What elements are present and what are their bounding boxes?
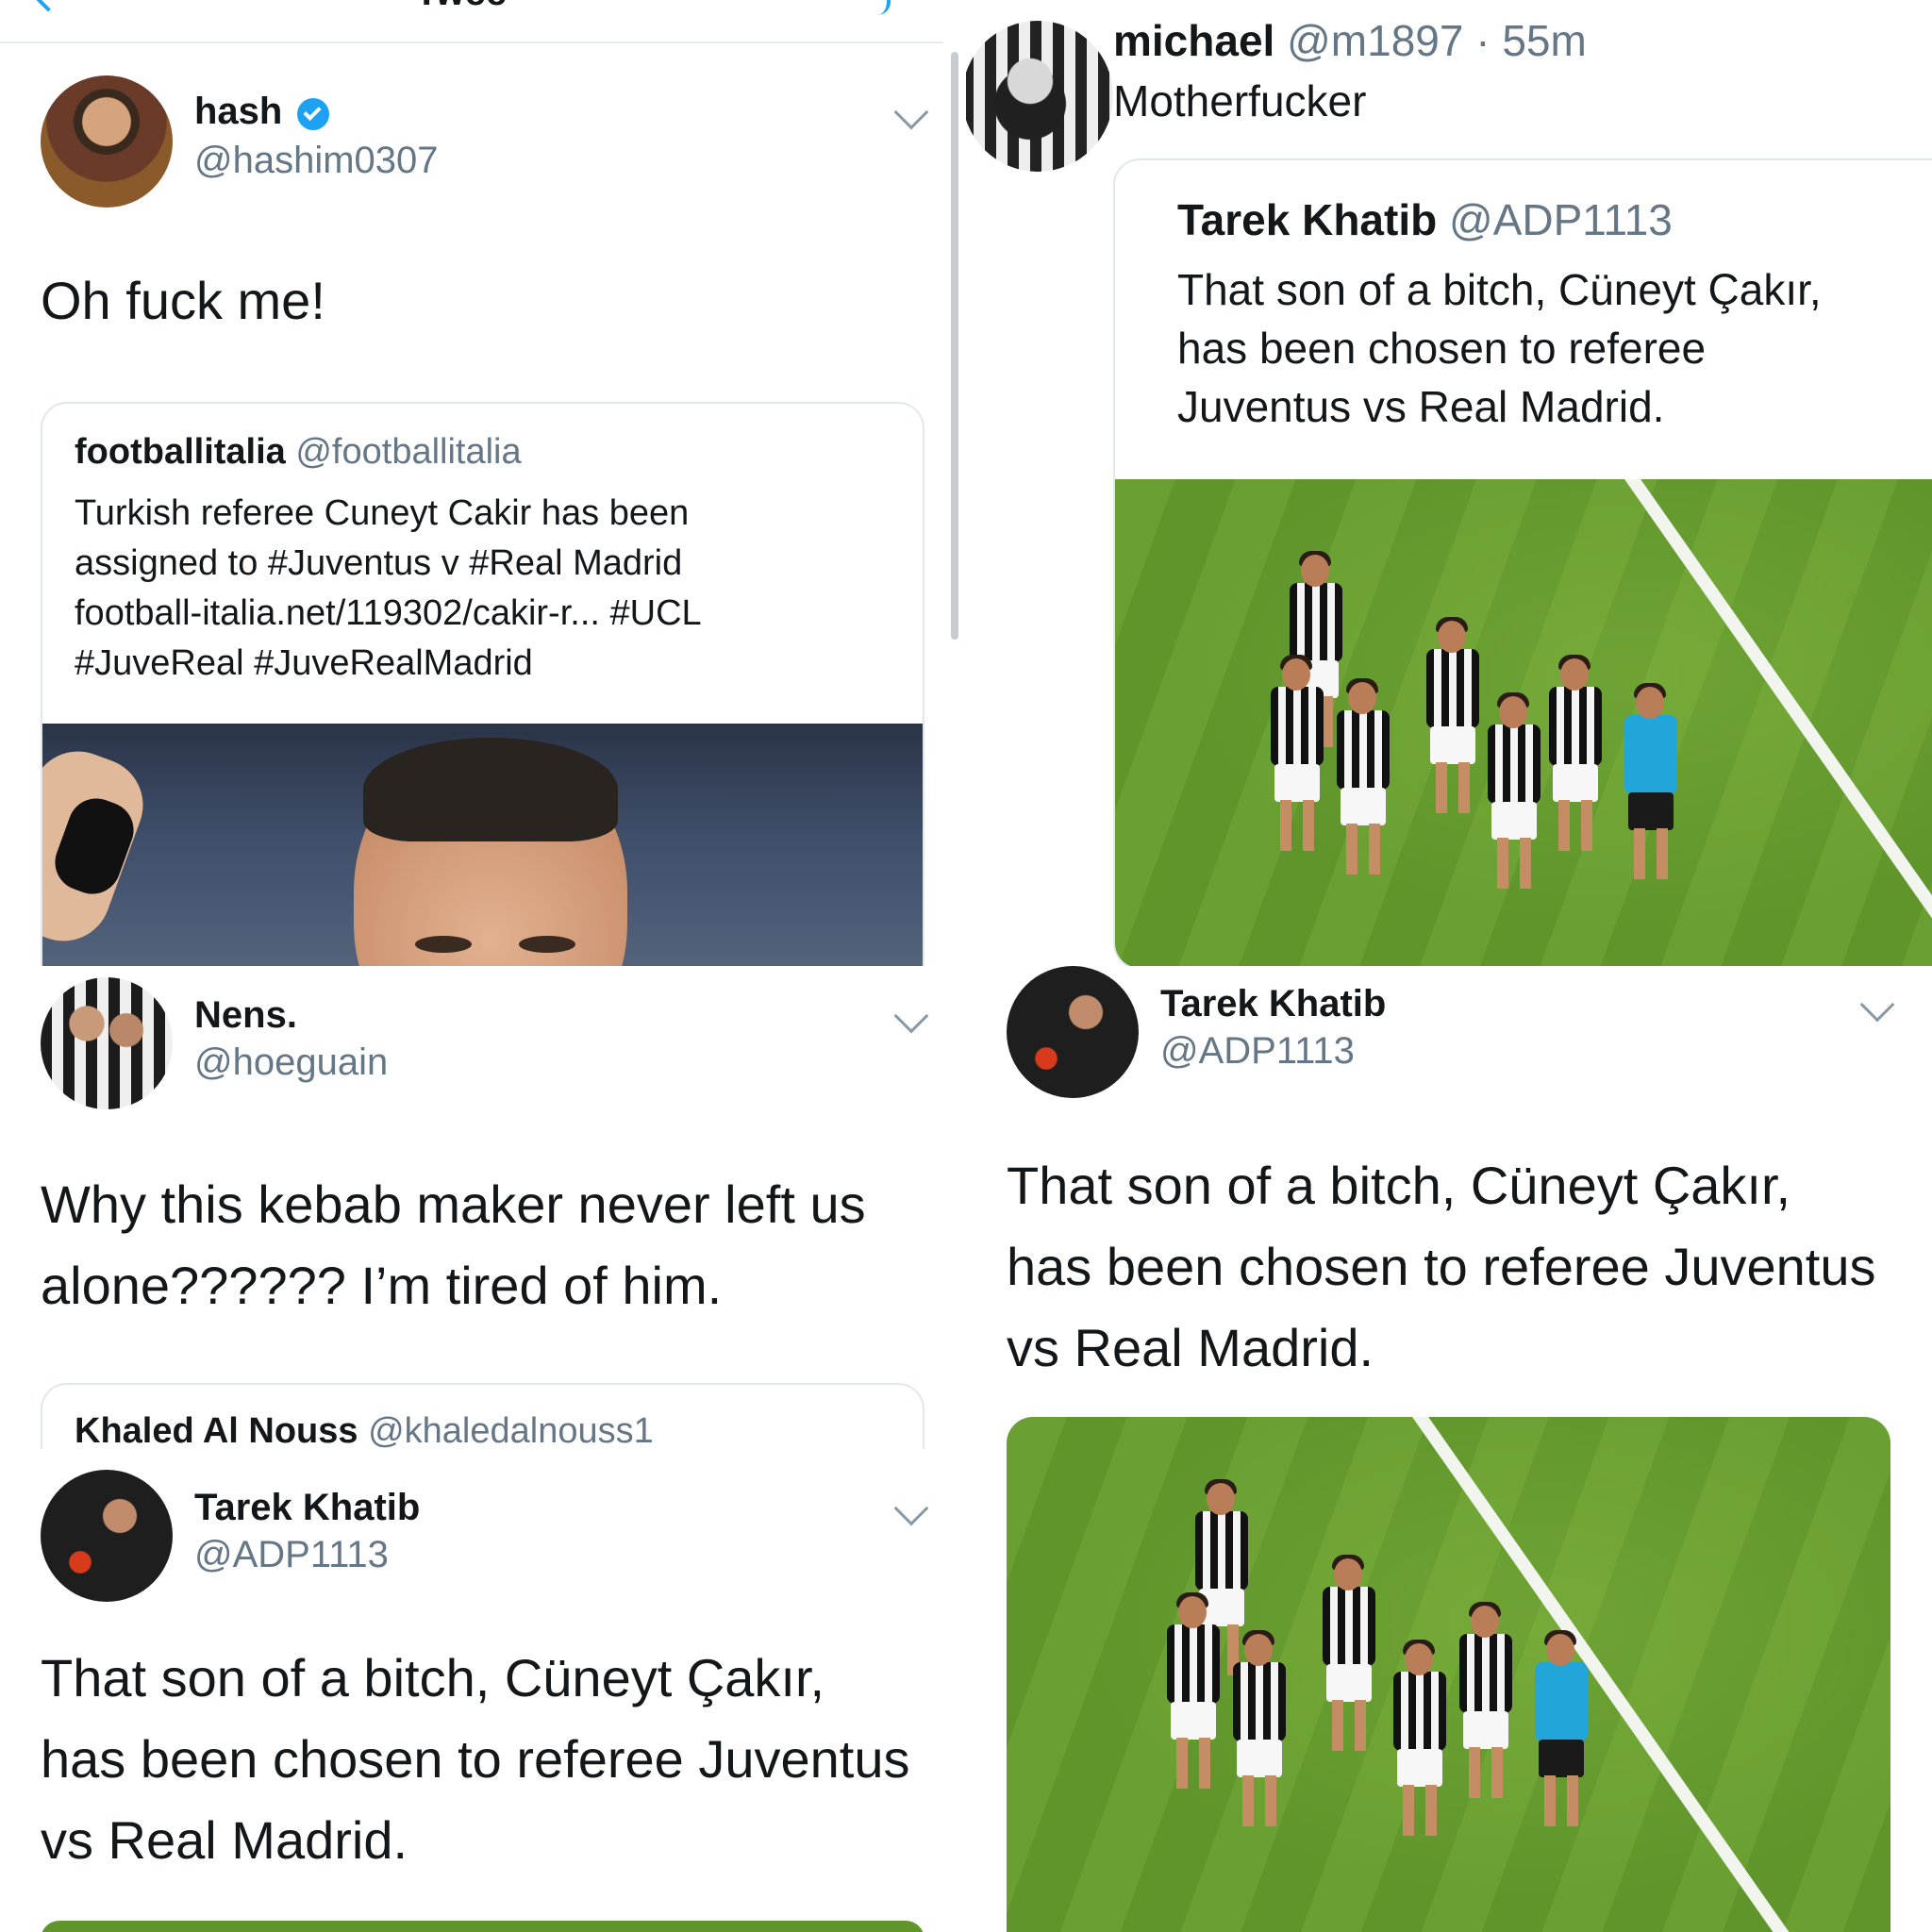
display-name[interactable]: hash bbox=[194, 91, 282, 133]
avatar[interactable] bbox=[41, 977, 173, 1109]
referee-photo[interactable] bbox=[42, 724, 923, 966]
match-photo[interactable] bbox=[1007, 1417, 1890, 1932]
quote-text: That son of a bitch, Cüneyt Çakır, has b… bbox=[1177, 260, 1822, 436]
tarek-tweet-left: Tarek Khatib @ADP1113 That son of a bitc… bbox=[0, 1449, 966, 1932]
quote-display-name: footballitalia bbox=[75, 432, 286, 472]
tweet-line: has been chosen to referee Juventus bbox=[41, 1729, 910, 1789]
panel-michael-tweet: michael @m1897 · 55m Motherfucker Tarek … bbox=[966, 0, 1932, 966]
user-handle[interactable]: @m1897 bbox=[1287, 16, 1463, 65]
display-name[interactable]: michael bbox=[1113, 16, 1274, 65]
quote-display-name: Tarek Khatib bbox=[1177, 195, 1438, 244]
quote-line: Juventus vs Real Madrid. bbox=[1177, 382, 1665, 431]
right-eye-shape bbox=[519, 936, 575, 953]
display-name[interactable]: Nens. bbox=[194, 994, 297, 1037]
quote-line: assigned to #Juventus v #Real Madrid bbox=[75, 543, 683, 583]
media-preview-edge[interactable] bbox=[41, 1921, 924, 1932]
tweet-line: alone?????? I’m tired of him. bbox=[41, 1256, 723, 1315]
tweet-line: vs Real Madrid. bbox=[41, 1810, 408, 1870]
chevron-down-icon[interactable] bbox=[893, 94, 929, 130]
tweet-text: Oh fuck me! bbox=[41, 271, 325, 330]
header-right-icon[interactable] bbox=[877, 0, 891, 15]
quoted-tweet[interactable]: footballitalia @footballitalia Turkish r… bbox=[41, 402, 924, 966]
user-handle[interactable]: @ADP1113 bbox=[1160, 1030, 1355, 1073]
user-handle[interactable]: @ADP1113 bbox=[194, 1534, 389, 1576]
tweet-text: Why this kebab maker never left us alone… bbox=[41, 1164, 866, 1326]
quote-handle: @footballitalia bbox=[295, 432, 522, 472]
display-name[interactable]: Tarek Khatib bbox=[1160, 983, 1386, 1025]
avatar[interactable] bbox=[1007, 966, 1139, 1098]
quote-text: Turkish referee Cuneyt Cakir has been as… bbox=[75, 489, 702, 689]
user-handle[interactable]: @hashim0307 bbox=[194, 140, 439, 182]
quote-line: Turkish referee Cuneyt Cakir has been bbox=[75, 493, 690, 533]
tweet-text: That son of a bitch, Cüneyt Çakır, has b… bbox=[41, 1638, 910, 1881]
left-eye-shape bbox=[415, 936, 472, 953]
header-divider bbox=[0, 42, 943, 43]
quote-handle: @ADP1113 bbox=[1449, 195, 1673, 244]
tweet-line: That son of a bitch, Cüneyt Çakır, bbox=[1007, 1156, 1791, 1215]
display-name[interactable]: Tarek Khatib bbox=[194, 1487, 420, 1529]
quoted-tweet[interactable]: Tarek Khatib @ADP1113 That son of a bitc… bbox=[1113, 158, 1932, 966]
panel-tarek-tweet: Tarek Khatib @ADP1113 That son of a bitc… bbox=[966, 966, 1932, 1932]
scrollbar[interactable] bbox=[951, 52, 958, 640]
verified-badge-icon bbox=[297, 98, 329, 130]
panel-nens-tweet: Nens. @hoeguain Why this kebab maker nev… bbox=[0, 966, 966, 1932]
quote-line: has been chosen to referee bbox=[1177, 324, 1707, 373]
chevron-down-icon[interactable] bbox=[893, 998, 929, 1034]
match-photo[interactable] bbox=[1115, 479, 1932, 966]
hair-shape bbox=[363, 738, 618, 841]
quote-line: football-italia.net/119302/cakir-r... #U… bbox=[75, 593, 702, 633]
panel-hash-tweet: Twee hash @hashim0307 Oh fuck me! footba… bbox=[0, 0, 966, 966]
quote-line: That son of a bitch, Cüneyt Çakır, bbox=[1177, 265, 1822, 314]
chevron-down-icon[interactable] bbox=[893, 1491, 929, 1526]
tweet-line: That son of a bitch, Cüneyt Çakır, bbox=[41, 1648, 825, 1707]
avatar[interactable] bbox=[41, 1470, 173, 1602]
avatar[interactable] bbox=[966, 21, 1113, 172]
quote-handle: @khaledalnouss1 bbox=[368, 1411, 654, 1451]
chevron-down-icon[interactable] bbox=[1859, 987, 1895, 1023]
tweet-line: Why this kebab maker never left us bbox=[41, 1174, 866, 1234]
tweet-text: That son of a bitch, Cüneyt Çakır, has b… bbox=[1007, 1145, 1876, 1389]
tweet-line: vs Real Madrid. bbox=[1007, 1318, 1374, 1377]
timestamp[interactable]: · 55m bbox=[1475, 16, 1587, 65]
user-handle[interactable]: @hoeguain bbox=[194, 1041, 388, 1084]
tweet-line: has been chosen to referee Juventus bbox=[1007, 1237, 1876, 1296]
pitch-line bbox=[1558, 479, 1932, 966]
quote-display-name: Khaled Al Nouss bbox=[75, 1411, 358, 1451]
tweet-text: Motherfucker bbox=[1113, 76, 1367, 125]
quote-line: #JuveReal #JuveRealMadrid bbox=[75, 643, 533, 683]
header-title: Twee bbox=[415, 0, 507, 14]
avatar[interactable] bbox=[41, 75, 173, 208]
back-icon[interactable] bbox=[33, 0, 63, 12]
